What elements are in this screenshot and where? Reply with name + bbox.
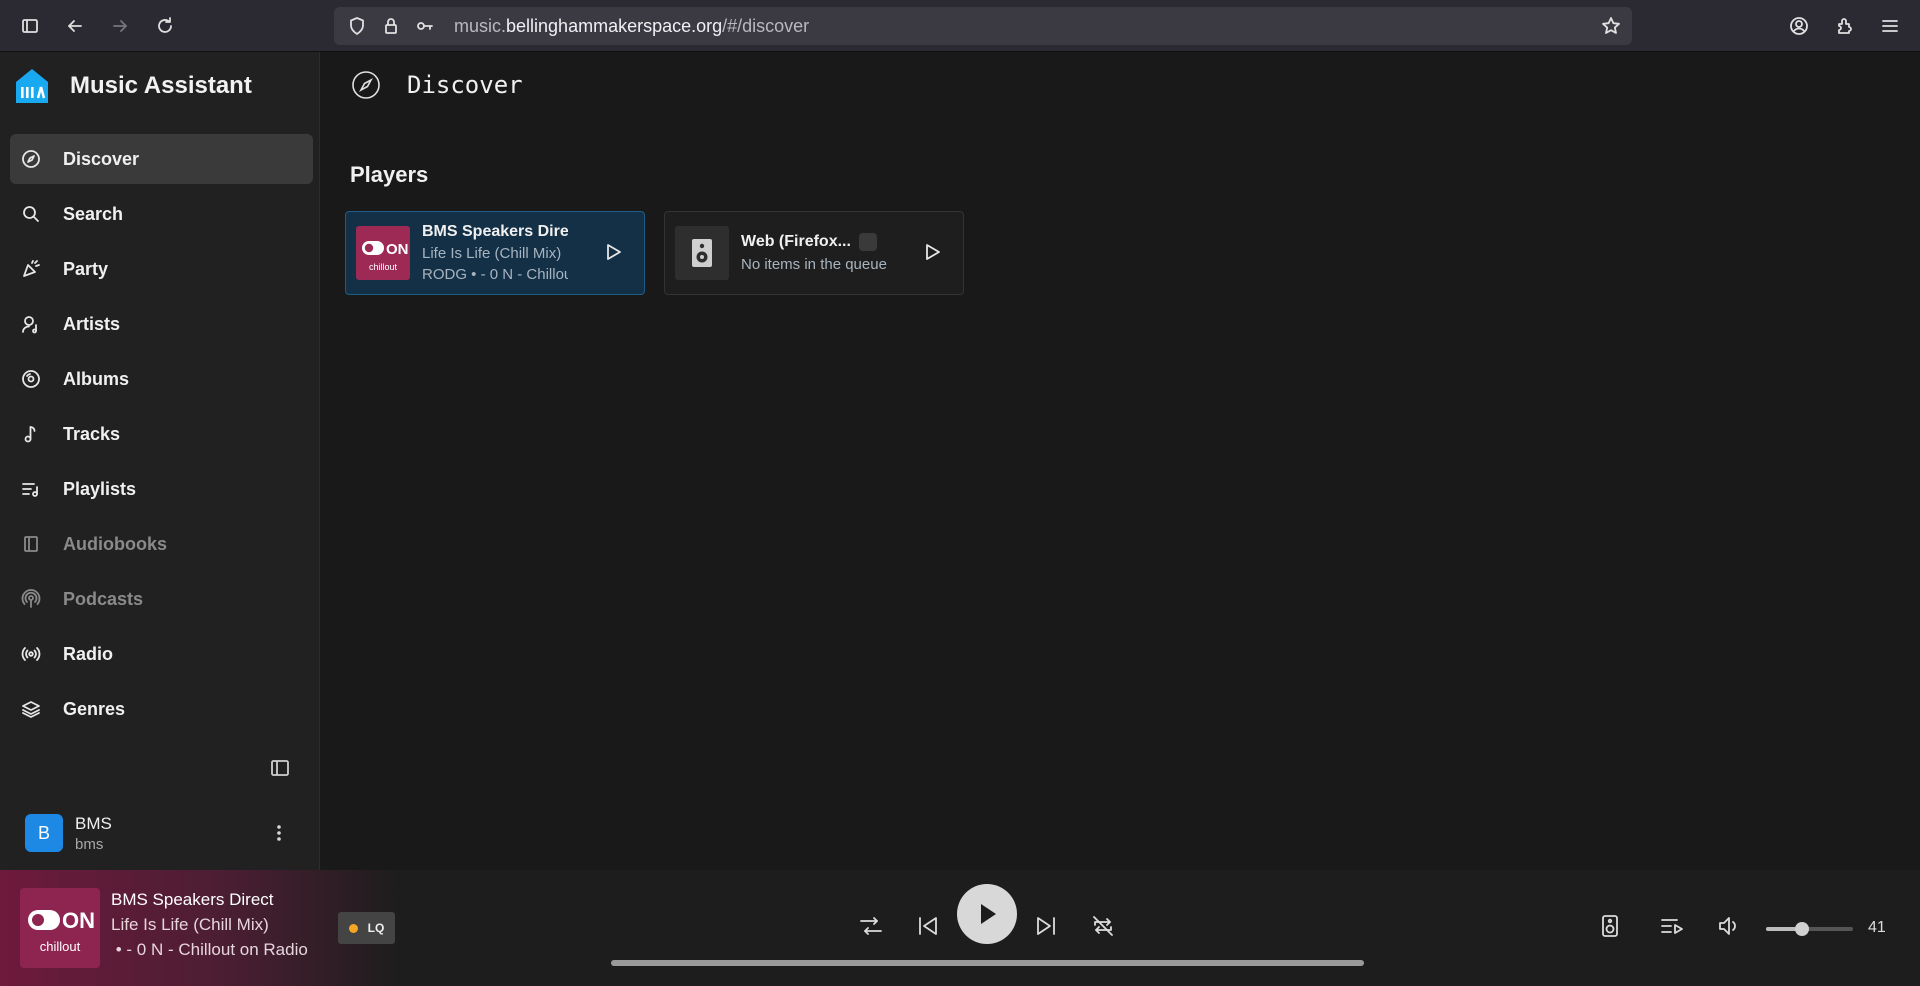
sidebar-item-genres[interactable]: Genres <box>10 684 313 734</box>
sidebar-item-label: Party <box>63 258 109 279</box>
star-icon[interactable] <box>1594 9 1628 43</box>
avatar: B <box>25 814 63 852</box>
quality-dot-icon <box>348 923 358 933</box>
player-name: Web (Firefox... <box>741 233 887 252</box>
play-pause-button[interactable] <box>957 884 1017 944</box>
speaker-icon[interactable] <box>1595 911 1625 941</box>
sidebar-item-label: Radio <box>63 643 114 664</box>
back-icon[interactable] <box>58 9 92 43</box>
sidebar-item-audiobooks[interactable]: Audiobooks <box>10 519 313 569</box>
genres-icon <box>20 698 42 720</box>
main-content: Discover Players ON chillout BMS Speaker… <box>321 52 1920 870</box>
now-playing-subtitle: • - 0 N - Chillout on Radio <box>111 940 308 959</box>
quality-badge[interactable]: LQ <box>338 912 395 944</box>
more-vert-icon[interactable] <box>267 821 291 845</box>
user-username: bms <box>75 835 104 853</box>
sidebar-item-label: Audiobooks <box>63 533 167 554</box>
music-note-icon <box>20 423 42 445</box>
music-assistant-logo-icon <box>16 69 48 103</box>
sidebar-item-artists[interactable]: Artists <box>10 299 313 349</box>
shield-icon[interactable] <box>340 9 374 43</box>
sidebar-item-podcasts[interactable]: Podcasts <box>10 574 313 624</box>
play-icon[interactable] <box>921 241 945 265</box>
lock-icon[interactable] <box>374 9 408 43</box>
compass-icon <box>351 70 381 100</box>
forward-icon[interactable] <box>103 9 137 43</box>
extensions-icon[interactable] <box>1828 9 1862 43</box>
user-name: BMS <box>75 813 112 833</box>
now-playing-player: BMS Speakers Direct <box>111 890 274 909</box>
user-account[interactable]: B BMS bms <box>25 808 295 858</box>
station-artwork: ON chillout <box>356 226 410 280</box>
sidebar-item-label: Discover <box>63 148 140 169</box>
podcast-icon <box>20 588 42 610</box>
speaker-icon <box>675 226 729 280</box>
sidebar-item-radio[interactable]: Radio <box>10 629 313 679</box>
sidebar-item-party[interactable]: Party <box>10 244 313 294</box>
now-playing-track: Life Is Life (Chill Mix) <box>111 915 269 934</box>
sidebar-item-label: Podcasts <box>63 588 144 609</box>
skip-previous-icon[interactable] <box>913 911 943 941</box>
volume-icon[interactable] <box>1714 911 1744 941</box>
menu-icon[interactable] <box>1873 9 1907 43</box>
compass-icon <box>20 148 42 170</box>
browser-toolbar: music.bellinghammakerspace.org/#/discove… <box>0 0 1920 52</box>
repeat-off-icon[interactable] <box>1088 911 1118 941</box>
key-icon[interactable] <box>408 9 442 43</box>
shuffle-icon[interactable] <box>856 911 886 941</box>
progress-bar[interactable] <box>611 960 1364 966</box>
account-icon[interactable] <box>1782 9 1816 43</box>
skip-next-icon[interactable] <box>1031 911 1061 941</box>
radio-icon <box>20 643 42 665</box>
book-icon <box>20 533 42 555</box>
volume-value: 41 <box>1868 919 1886 936</box>
sidebar-item-discover[interactable]: Discover <box>10 134 313 184</box>
app-title: Music Assistant <box>70 72 252 99</box>
sidebar-nav: Discover Search Party Artists Albums Tra… <box>10 134 313 739</box>
sidebar-item-albums[interactable]: Albums <box>10 354 313 404</box>
svg-text:ON: ON <box>62 908 95 933</box>
party-icon <box>20 258 42 280</box>
sidebar-item-label: Genres <box>63 698 126 719</box>
section-title-players: Players <box>350 162 429 187</box>
now-playing-artwork: ON chillout <box>20 888 100 968</box>
volume-slider[interactable] <box>1766 922 1853 936</box>
sidebar-item-tracks[interactable]: Tracks <box>10 409 313 459</box>
queue-icon[interactable] <box>1657 911 1687 941</box>
play-icon[interactable] <box>602 241 626 265</box>
sidebar-item-label: Playlists <box>63 478 137 499</box>
progress-fill <box>611 960 1364 966</box>
player-track: Life Is Life (Chill Mix) <box>422 245 562 262</box>
sidebar-item-search[interactable]: Search <box>10 189 313 239</box>
svg-text:ON: ON <box>386 241 409 258</box>
sidebar-toggle-icon[interactable] <box>13 9 47 43</box>
page-title: Discover <box>407 71 523 99</box>
album-icon <box>20 368 42 390</box>
sidebar-item-label: Artists <box>63 313 121 334</box>
sidebar-item-label: Search <box>63 203 124 224</box>
brand[interactable]: Music Assistant <box>12 66 252 106</box>
reload-icon[interactable] <box>148 9 182 43</box>
search-icon <box>20 203 42 225</box>
player-subtitle: RODG • - 0 N - Chillout on Radio <box>422 266 568 283</box>
sidebar-item-playlists[interactable]: Playlists <box>10 464 313 514</box>
sidebar: Music Assistant Discover Search Party Ar… <box>0 52 320 870</box>
play-icon <box>981 904 996 924</box>
url-text[interactable]: music.bellinghammakerspace.org/#/discove… <box>454 16 809 37</box>
svg-text:chillout: chillout <box>369 262 398 272</box>
playlist-icon <box>20 478 42 500</box>
group-badge <box>858 233 877 252</box>
player-name: BMS Speakers Direct <box>422 223 568 240</box>
player-card[interactable]: ON chillout BMS Speakers Direct Life Is … <box>345 211 645 295</box>
player-card[interactable]: Web (Firefox... No items in the queue <box>664 211 964 295</box>
player-queue-status: No items in the queue <box>741 255 887 273</box>
url-bar[interactable]: music.bellinghammakerspace.org/#/discove… <box>334 7 1632 45</box>
sidebar-item-label: Tracks <box>63 423 121 444</box>
page-header: Discover <box>351 70 523 100</box>
collapse-sidebar-icon[interactable] <box>270 758 294 782</box>
artist-icon <box>20 313 42 335</box>
sidebar-item-label: Albums <box>63 368 130 389</box>
volume-handle[interactable] <box>1794 922 1809 936</box>
svg-text:chillout: chillout <box>40 939 81 954</box>
